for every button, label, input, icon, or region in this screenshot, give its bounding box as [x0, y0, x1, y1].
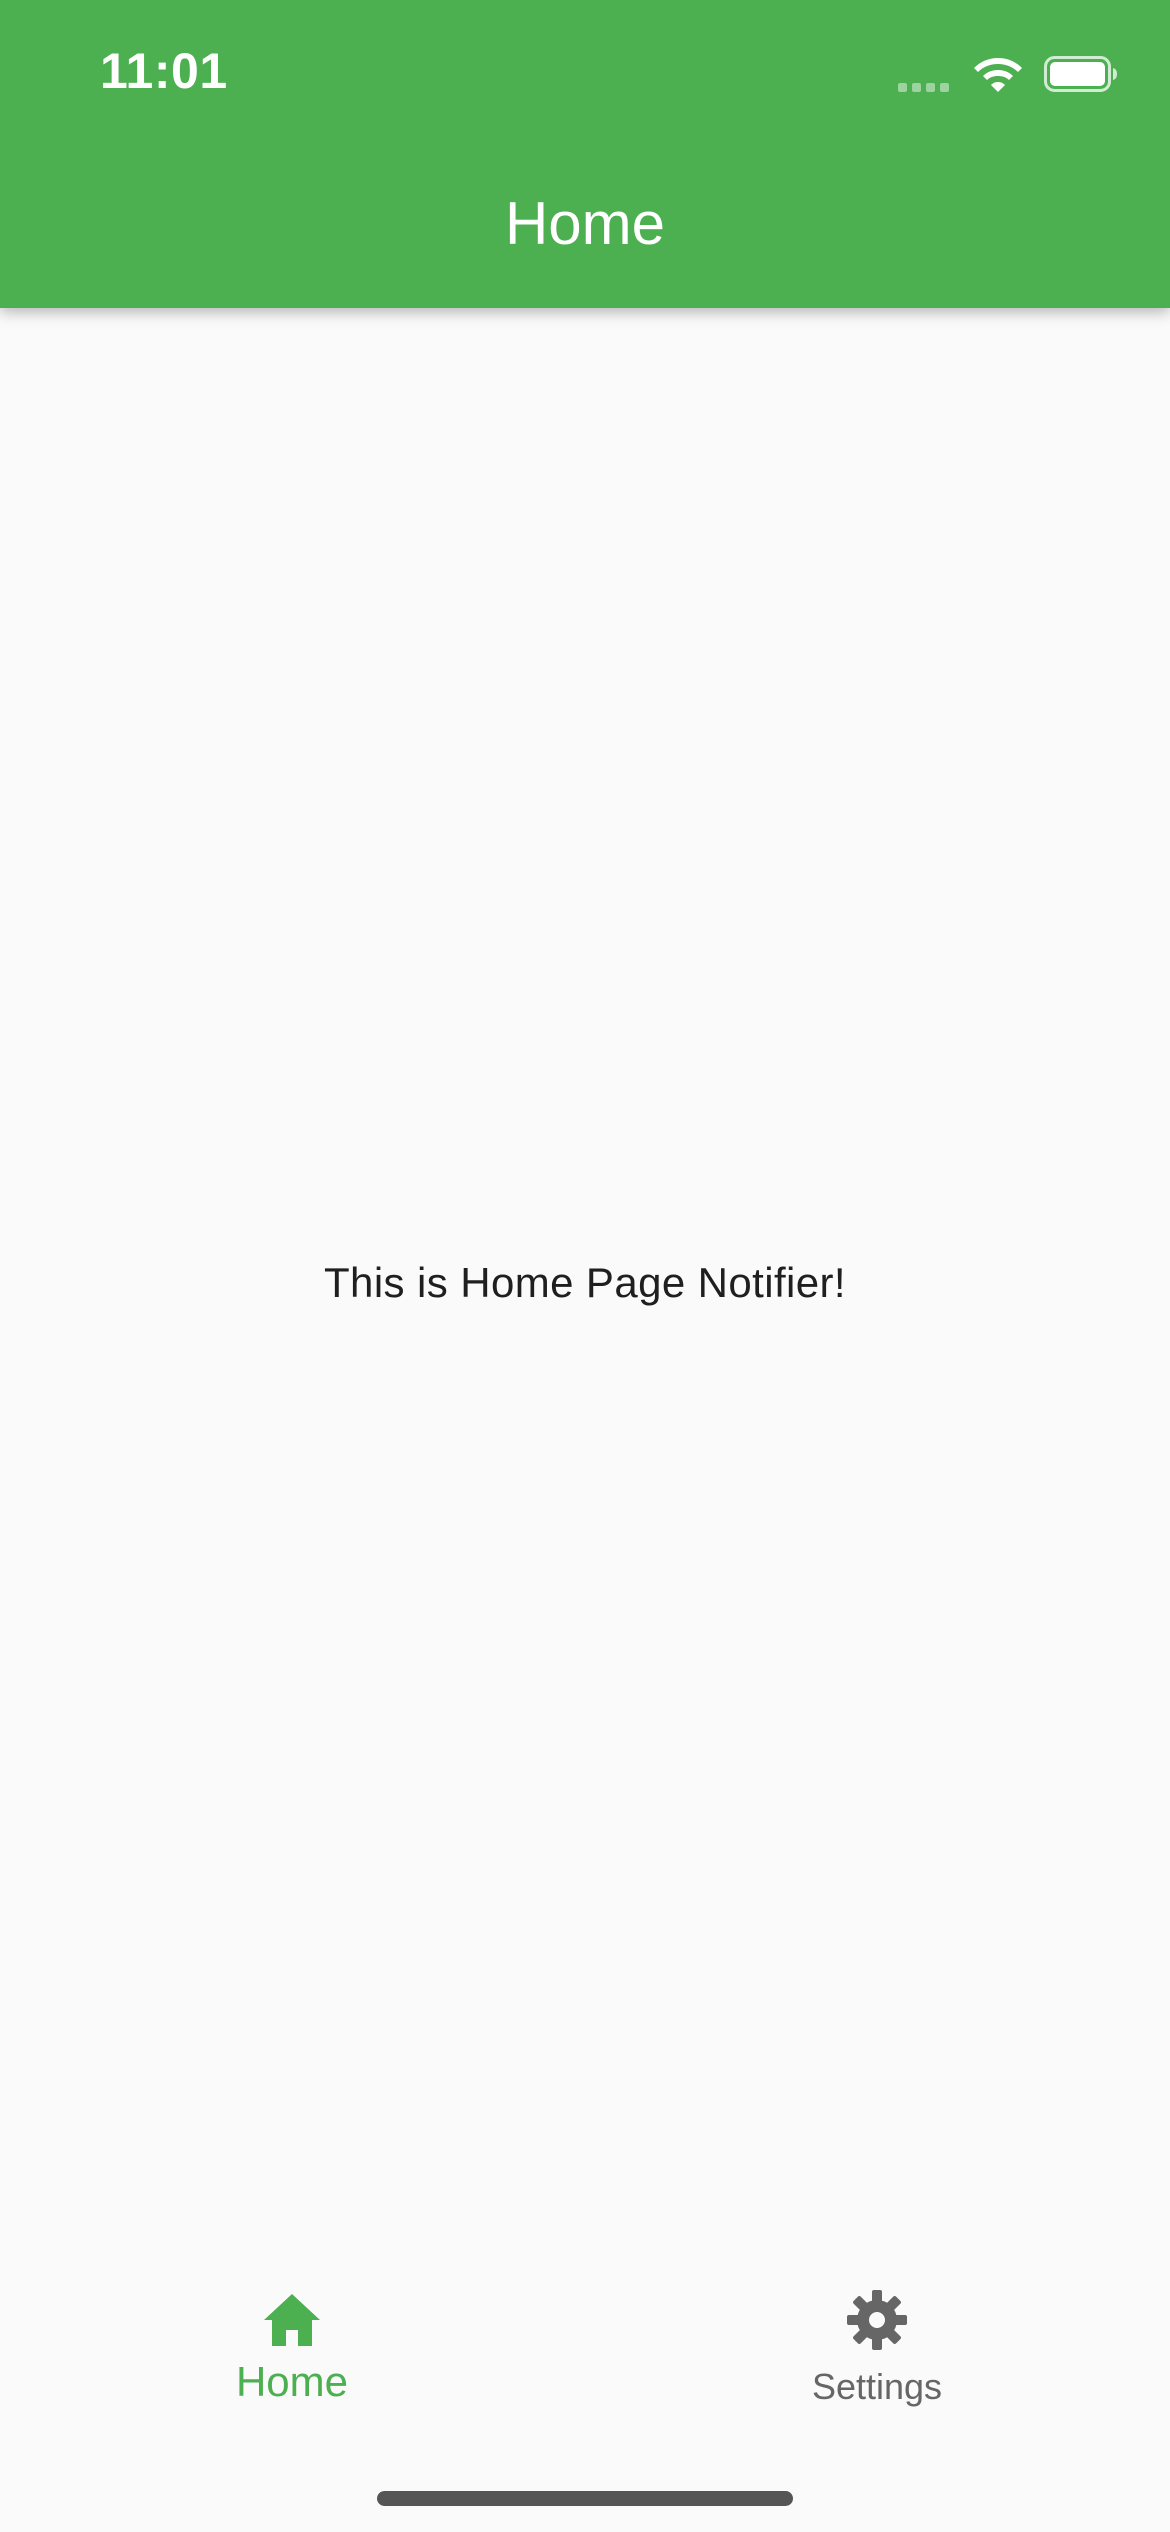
- nav-label-home: Home: [235, 2358, 349, 2405]
- notifier-message: This is Home Page Notifier!: [324, 1259, 846, 1306]
- home-indicator[interactable]: [377, 2491, 793, 2506]
- nav-item-home[interactable]: Home: [142, 2288, 442, 2406]
- nav-item-settings[interactable]: Settings: [727, 2288, 1027, 2408]
- main-content: This is Home Page Notifier!: [0, 308, 1170, 2258]
- screen: 11:01 Home This is Home Page Notifier! H…: [0, 0, 1170, 2532]
- page-title: Home: [504, 190, 666, 257]
- status-time: 11:01: [100, 43, 228, 99]
- signal-icon: [898, 52, 954, 96]
- home-icon: [264, 2294, 320, 2346]
- battery-icon: [1044, 56, 1117, 92]
- app-bar: 11:01 Home: [0, 0, 1170, 308]
- nav-label-settings: Settings: [811, 2366, 943, 2407]
- gear-icon: [847, 2290, 907, 2350]
- wifi-icon: [974, 58, 1022, 92]
- status-icons: [898, 52, 1118, 96]
